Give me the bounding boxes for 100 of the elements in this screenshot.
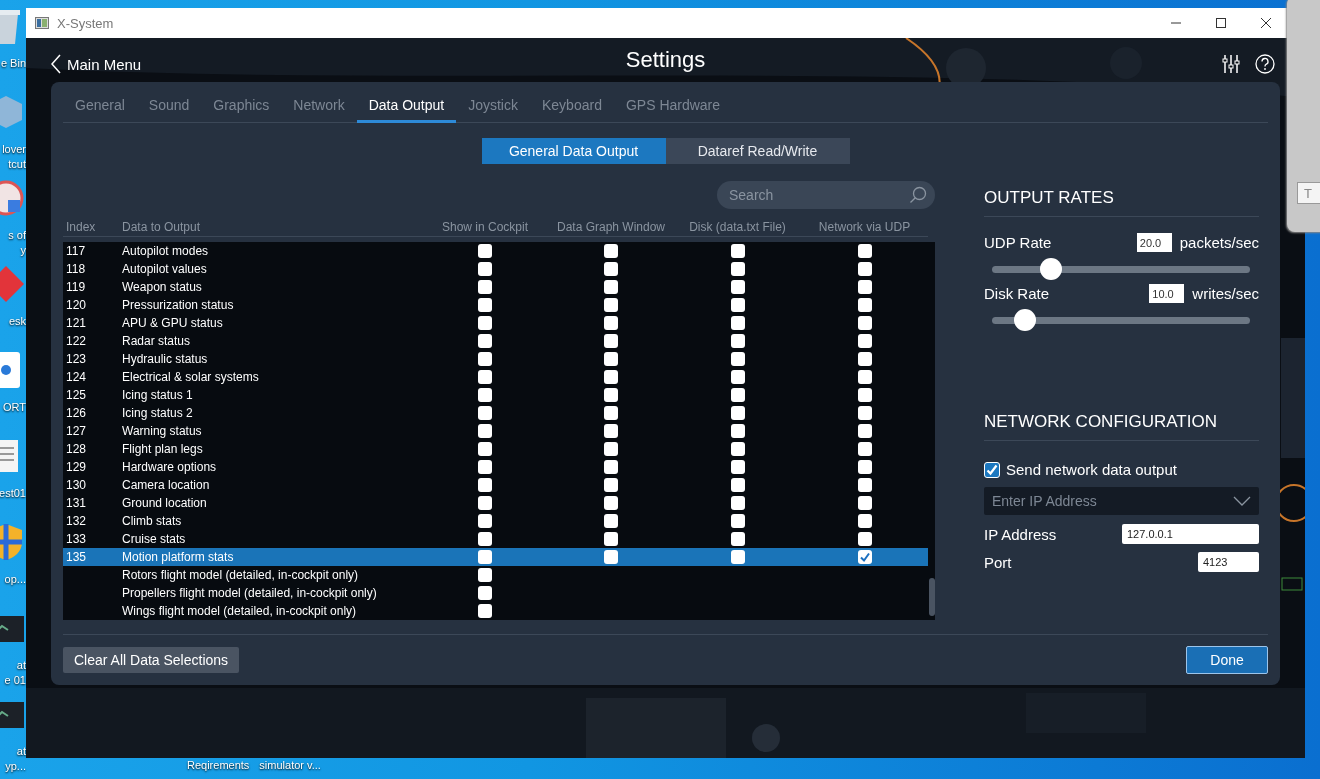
checkbox[interactable]: [478, 514, 492, 528]
checkbox[interactable]: [604, 244, 618, 258]
help-icon[interactable]: [1255, 54, 1275, 74]
slider-thumb[interactable]: [1039, 258, 1062, 280]
checkbox[interactable]: [857, 532, 872, 546]
rate-input[interactable]: 20.0: [1136, 233, 1172, 252]
checkbox[interactable]: [730, 532, 745, 546]
checkbox[interactable]: [730, 334, 745, 348]
checkbox[interactable]: [478, 262, 492, 276]
checkbox[interactable]: [857, 298, 872, 312]
tab[interactable]: Network: [281, 97, 357, 123]
tab[interactable]: Keyboard: [530, 97, 614, 123]
checkbox[interactable]: [730, 442, 745, 456]
checkbox[interactable]: [478, 334, 492, 348]
checkbox[interactable]: [857, 496, 872, 510]
checkbox[interactable]: [604, 442, 618, 456]
checkbox[interactable]: [857, 244, 872, 258]
checkbox[interactable]: [857, 334, 872, 348]
slider-thumb[interactable]: [1013, 309, 1036, 331]
maximize-icon[interactable]: [1215, 17, 1227, 29]
checkbox[interactable]: [730, 352, 745, 366]
tab[interactable]: Graphics: [201, 97, 282, 123]
checkbox[interactable]: [857, 406, 872, 420]
segment-tab[interactable]: General Data Output: [481, 138, 666, 164]
checkbox[interactable]: [478, 370, 492, 384]
checkbox[interactable]: [857, 352, 872, 366]
checkbox[interactable]: [984, 461, 1000, 478]
checkbox[interactable]: [604, 334, 618, 348]
checkbox[interactable]: [478, 244, 492, 258]
checkbox[interactable]: [730, 496, 745, 510]
checkbox[interactable]: [478, 406, 492, 420]
checkbox[interactable]: [478, 442, 492, 456]
slider[interactable]: [992, 309, 1250, 331]
tab[interactable]: Data Output: [356, 97, 457, 123]
checkbox[interactable]: [604, 550, 618, 564]
slider[interactable]: [992, 258, 1250, 280]
checkbox[interactable]: [730, 550, 745, 564]
checkbox[interactable]: [857, 388, 872, 402]
checkbox[interactable]: [730, 424, 745, 438]
checkbox[interactable]: [857, 370, 872, 384]
checkbox[interactable]: [478, 388, 492, 402]
checkbox[interactable]: [478, 568, 492, 582]
checkbox[interactable]: [478, 460, 492, 474]
ip-dropdown[interactable]: Enter IP Address: [984, 487, 1259, 515]
checkbox[interactable]: [478, 532, 492, 546]
checkbox[interactable]: [730, 406, 745, 420]
checkbox[interactable]: [857, 442, 872, 456]
checkbox[interactable]: [604, 388, 618, 402]
close-icon[interactable]: [1260, 17, 1272, 29]
checkbox[interactable]: [730, 370, 745, 384]
checkbox[interactable]: [857, 280, 872, 294]
checkbox[interactable]: [604, 262, 618, 276]
tab[interactable]: General: [63, 97, 137, 123]
scrollbar[interactable]: [929, 578, 935, 616]
checkbox[interactable]: [478, 604, 492, 618]
tab[interactable]: Sound: [136, 97, 202, 123]
input-field[interactable]: 127.0.0.1: [1122, 524, 1259, 544]
checkbox[interactable]: [478, 496, 492, 510]
checkbox[interactable]: [857, 316, 872, 330]
rate-input[interactable]: 10.0: [1149, 284, 1185, 303]
checkbox[interactable]: [730, 316, 745, 330]
sliders-icon[interactable]: [1221, 54, 1241, 74]
checkbox[interactable]: [730, 262, 745, 276]
checkbox[interactable]: [604, 460, 618, 474]
checkbox[interactable]: [604, 370, 618, 384]
checkbox[interactable]: [604, 352, 618, 366]
checkbox[interactable]: [604, 280, 618, 294]
checkbox[interactable]: [730, 298, 745, 312]
checkbox[interactable]: [730, 460, 745, 474]
checkbox[interactable]: [604, 316, 618, 330]
checkbox[interactable]: [857, 262, 872, 276]
checkbox[interactable]: [478, 316, 492, 330]
checkbox[interactable]: [604, 424, 618, 438]
clear-button[interactable]: Clear All Data Selections: [63, 647, 240, 673]
checkbox[interactable]: [604, 514, 618, 528]
checkbox[interactable]: [478, 424, 492, 438]
checkbox[interactable]: [730, 280, 745, 294]
tab[interactable]: GPS Hardware: [613, 97, 733, 123]
checkbox[interactable]: [604, 298, 618, 312]
checkbox[interactable]: [478, 280, 492, 294]
back-button[interactable]: Main Menu: [51, 54, 142, 74]
search-field[interactable]: Search: [717, 181, 935, 209]
tab[interactable]: Joystick: [456, 97, 530, 123]
segment-tab[interactable]: Dataref Read/Write: [665, 138, 850, 164]
done-button[interactable]: Done: [1186, 646, 1268, 674]
input-field[interactable]: 4123: [1198, 552, 1259, 572]
checkbox[interactable]: [478, 478, 492, 492]
window-button[interactable]: T: [1297, 182, 1320, 204]
checkbox[interactable]: [857, 550, 872, 564]
checkbox[interactable]: [478, 298, 492, 312]
checkbox[interactable]: [730, 244, 745, 258]
checkbox[interactable]: [730, 478, 745, 492]
checkbox[interactable]: [478, 550, 492, 564]
checkbox[interactable]: [857, 478, 872, 492]
checkbox[interactable]: [857, 424, 872, 438]
checkbox[interactable]: [478, 352, 492, 366]
checkbox[interactable]: [604, 406, 618, 420]
checkbox[interactable]: [478, 586, 492, 600]
checkbox[interactable]: [730, 514, 745, 528]
checkbox[interactable]: [604, 532, 618, 546]
